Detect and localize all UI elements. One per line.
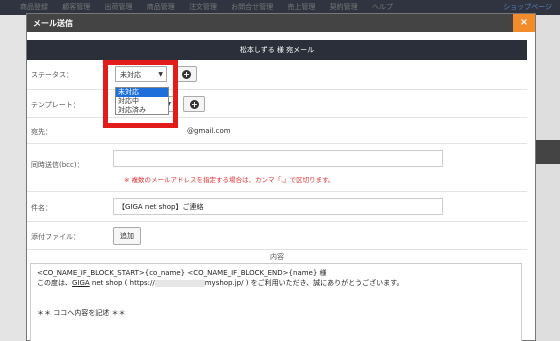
content-shop-link: GIGA [72,279,90,287]
attachment-row: 添付ファイル： 追加 [27,222,527,250]
status-row: ステータス： 未対応 ▼ + [27,60,527,90]
subject-value: 【GIGA net shop】ご連絡 [118,203,204,211]
mail-modal: メール送信 × 松本しずる 様 宛メール ステータス： 未対応 ▼ + テンプレ… [26,13,536,341]
content-textarea[interactable]: <CO_NAME_IF_BLOCK_START>{co_name} <CO_NA… [30,263,522,341]
bg-nav-item: 契約管理 [329,3,358,11]
background-nav-items: 商品登録 顧客管理 出荷管理 商品管理 注文管理 お問合せ管理 売上管理 契約管… [20,2,405,12]
status-option[interactable]: 対応中 [116,97,168,106]
template-add-button[interactable]: + [183,96,205,112]
modal-header: メール送信 × [27,14,535,32]
to-row: 宛先： @gmail.com [27,118,527,144]
content-line: ＊＊ ココへ内容を記述 ＊＊ [37,309,126,317]
content-text: この度は、 [37,279,72,287]
bg-nav-item: 顧客管理 [62,3,91,11]
status-add-button[interactable]: + [175,66,197,82]
background-right-panel [536,15,560,341]
content-line [37,298,515,308]
content-label: 内容 [270,253,284,261]
close-button[interactable]: × [513,14,535,32]
template-label: テンプレート： [31,101,80,109]
bg-nav-item: お問合せ管理 [231,3,274,11]
bg-nav-item: 注文管理 [188,3,217,11]
to-address: @gmail.com [187,127,231,135]
modal-title: メール送信 [33,19,73,28]
bg-nav-item: ヘルプ [371,3,393,11]
content-text: net shop ( https:// [89,279,155,287]
background-shop-link: ショップページ [503,3,552,11]
bg-nav-item: 出荷管理 [104,3,133,11]
bcc-note: ※ 複数のメールアドレスを指定する場合は、カンマ「,」で区切ります。 [124,176,335,184]
bcc-label: 同時送信(bcc)： [31,161,84,169]
content-line [37,288,515,298]
status-selected-value: 未対応 [120,71,141,79]
background-dark-block [536,140,560,164]
status-select[interactable]: 未対応 ▼ [115,66,167,82]
plus-circle-icon: + [190,100,199,109]
subject-label: 件名： [31,204,52,212]
to-label: 宛先： [31,128,52,136]
content-text: myshop.jp/ ) をご利用いただき、誠にありがとうございます。 [204,279,404,287]
bg-nav-item: 売上管理 [287,3,316,11]
subject-input[interactable]: 【GIGA net shop】ご連絡 [113,198,443,215]
caret-down-icon: ▼ [158,71,163,78]
status-option[interactable]: 未対応 [116,88,168,97]
subject-row: 件名： 【GIGA net shop】ご連絡 [27,192,527,222]
content-line: この度は、GIGA net shop ( https:// myshop.jp/ … [37,278,515,288]
status-label: ステータス： [31,71,73,79]
recipient-bar: 松本しずる 様 宛メール [27,40,527,60]
bcc-input[interactable] [113,150,443,167]
status-option[interactable]: 対応済み [116,106,168,115]
bcc-row: 同時送信(bcc)： ※ 複数のメールアドレスを指定する場合は、カンマ「,」で区… [27,144,527,192]
attachment-label: 添付ファイル： [31,233,80,241]
attachment-add-button[interactable]: 追加 [113,227,141,245]
plus-circle-icon: + [182,70,191,79]
background-left-panel [0,15,26,341]
bg-nav-item: 商品登録 [20,3,48,11]
content-line: <CO_NAME_IF_BLOCK_START>{co_name} <CO_NA… [37,269,327,277]
status-dropdown-list: 未対応 対応中 対応済み [115,87,169,115]
redacted-block [154,279,205,287]
bg-nav-item: 商品管理 [146,3,175,11]
template-row: テンプレート： ▼ + [27,90,527,118]
